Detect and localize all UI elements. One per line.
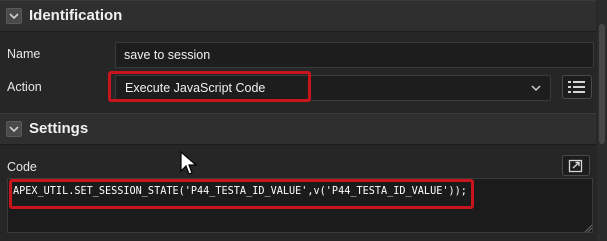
mouse-pointer-icon [180,151,198,175]
name-label: Name [7,47,41,61]
expand-editor-button[interactable] [562,155,590,176]
resize-handle-icon[interactable] [583,223,593,233]
list-view-button[interactable] [562,75,592,99]
action-value: Execute JavaScript Code [125,81,266,95]
code-label: Code [7,160,37,174]
chevron-down-icon[interactable] [6,121,22,137]
identification-title: Identification [29,7,123,24]
name-value: save to session [124,48,211,62]
settings-title: Settings [29,120,89,137]
settings-section-header[interactable]: Settings [0,113,596,145]
scrollbar-thumb[interactable] [599,24,605,144]
list-icon [568,81,585,93]
name-input[interactable]: save to session [115,42,594,68]
action-select[interactable]: Execute JavaScript Code [115,75,551,101]
code-value: APEX_UTIL.SET_SESSION_STATE('P44_TESTA_I… [13,186,467,197]
chevron-down-icon[interactable] [6,8,22,24]
action-label: Action [7,80,42,94]
expand-icon [568,159,583,173]
identification-section-header[interactable]: Identification [0,0,596,32]
chevron-down-icon[interactable] [530,82,542,94]
